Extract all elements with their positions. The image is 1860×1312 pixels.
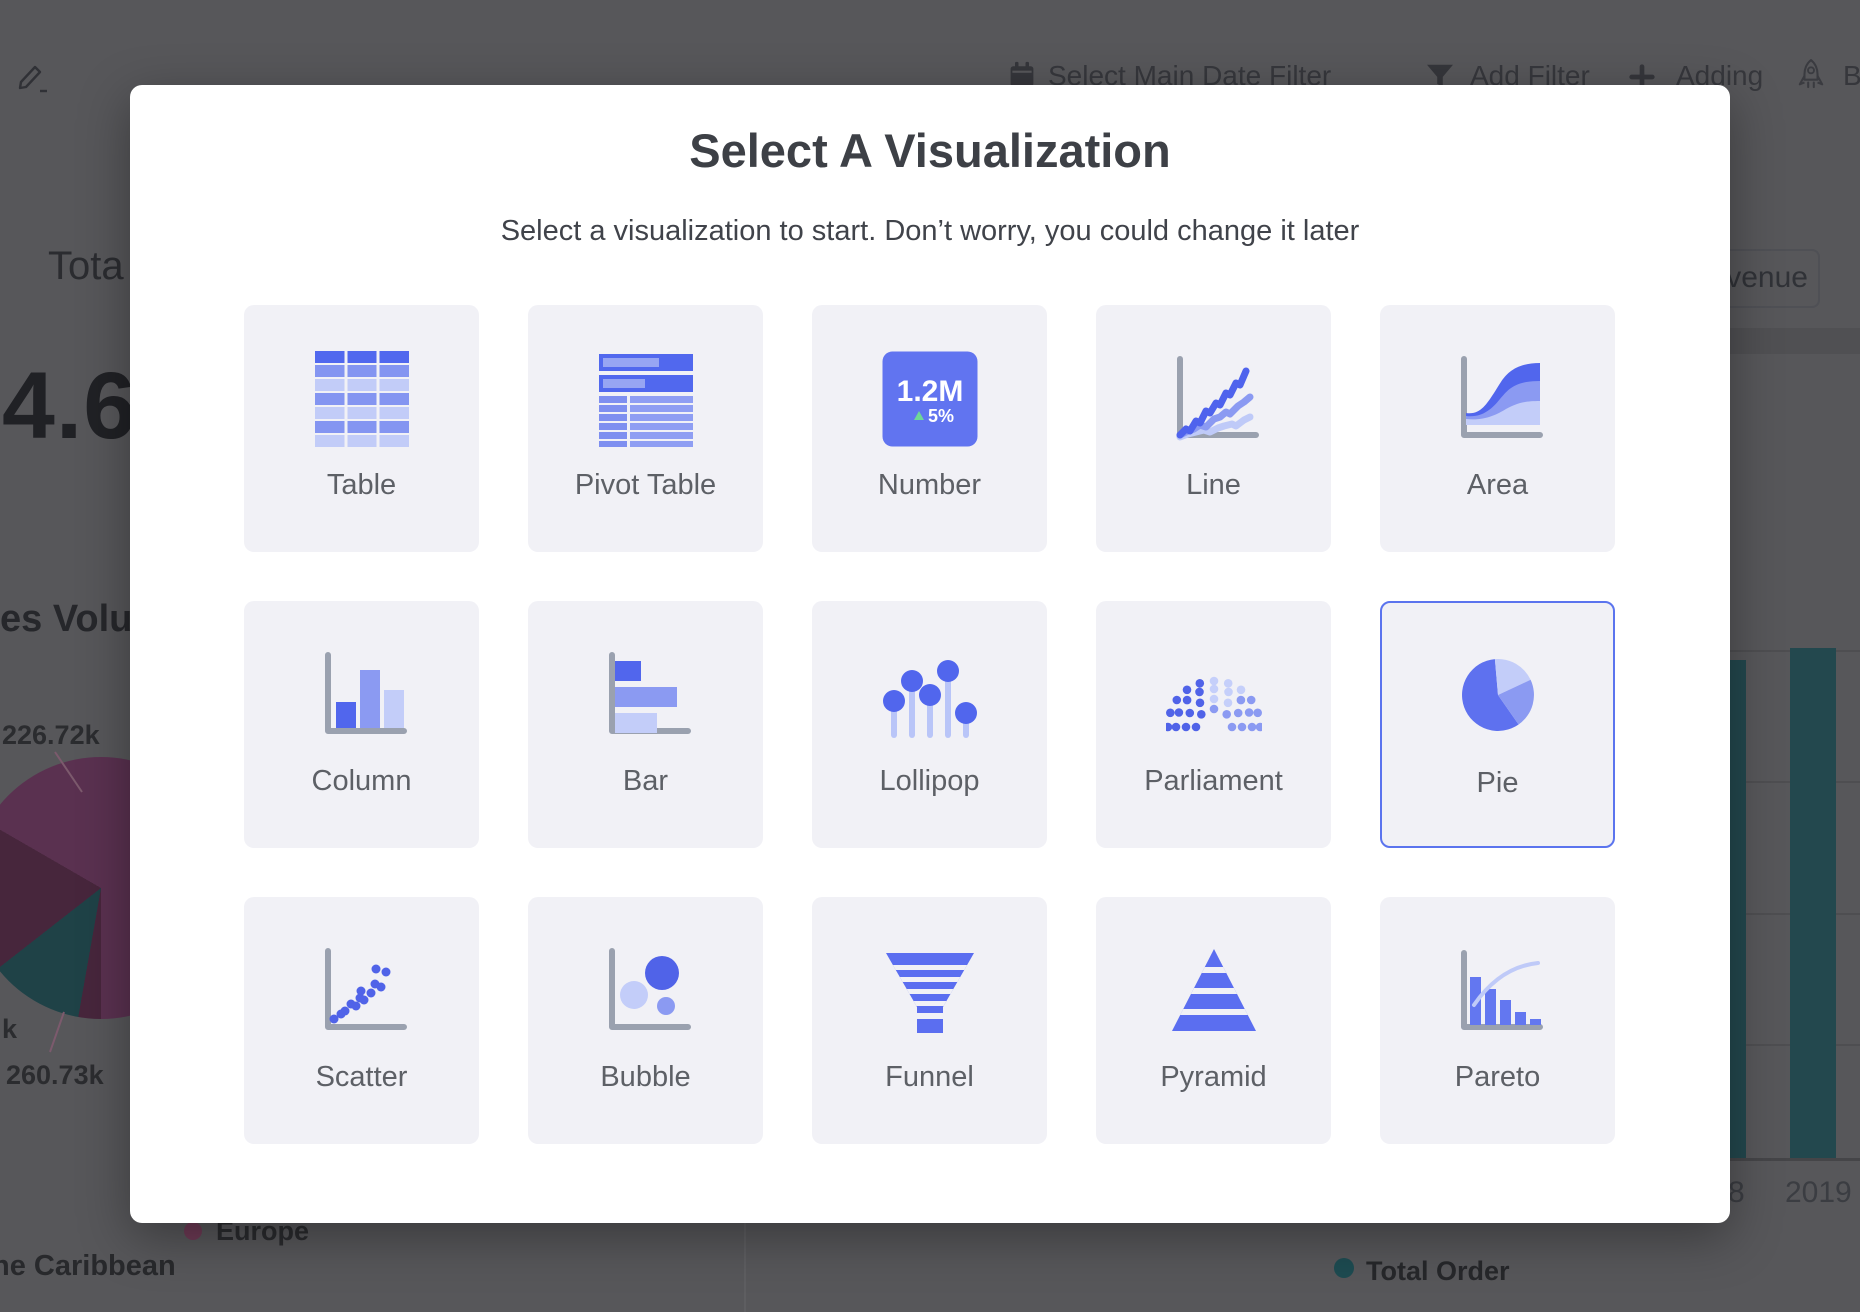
viz-tile-label: Bubble (528, 1061, 763, 1094)
pie-chart-icon (1450, 649, 1546, 745)
viz-tile-label: Bar (528, 765, 763, 798)
viz-tile-bubble[interactable]: Bubble (528, 897, 763, 1144)
modal-subtitle: Select a visualization to start. Don’t w… (130, 215, 1730, 248)
viz-tile-pivot-table[interactable]: Pivot Table (528, 305, 763, 552)
line-chart-icon (1166, 351, 1262, 447)
viz-tile-label: Funnel (812, 1061, 1047, 1094)
viz-tile-column[interactable]: Column (244, 601, 479, 848)
viz-tile-label: Line (1096, 469, 1331, 502)
viz-tile-pareto[interactable]: Pareto (1380, 897, 1615, 1144)
dashboard-screen: Select Main Date Filter Add Filter Addin… (0, 0, 1860, 1312)
viz-tile-label: Lollipop (812, 765, 1047, 798)
viz-tile-bar[interactable]: Bar (528, 601, 763, 848)
viz-tile-table[interactable]: Table (244, 305, 479, 552)
viz-tile-label: Pivot Table (528, 469, 763, 502)
bubble-chart-icon (598, 943, 694, 1039)
scatter-chart-icon (314, 943, 410, 1039)
viz-tile-pyramid[interactable]: Pyramid (1096, 897, 1331, 1144)
viz-tile-number[interactable]: 1.2M 5% Number (812, 305, 1047, 552)
viz-tile-line[interactable]: Line (1096, 305, 1331, 552)
viz-tile-label: Number (812, 469, 1047, 502)
viz-tile-label: Pie (1382, 767, 1613, 800)
viz-tile-label: Table (244, 469, 479, 502)
modal-title: Select A Visualization (130, 123, 1730, 178)
viz-tile-label: Parliament (1096, 765, 1331, 798)
column-chart-icon (314, 647, 410, 743)
select-visualization-modal: Select A Visualization Select a visualiz… (130, 85, 1730, 1223)
pivot-table-icon (598, 351, 694, 447)
table-icon (314, 351, 410, 447)
viz-tile-funnel[interactable]: Funnel (812, 897, 1047, 1144)
lollipop-chart-icon (882, 647, 978, 743)
viz-tile-label: Area (1380, 469, 1615, 502)
bar-chart-icon (598, 647, 694, 743)
viz-tile-label: Pareto (1380, 1061, 1615, 1094)
viz-tile-area[interactable]: Area (1380, 305, 1615, 552)
viz-tile-lollipop[interactable]: Lollipop (812, 601, 1047, 848)
viz-tile-parliament[interactable]: Parliament (1096, 601, 1331, 848)
pyramid-chart-icon (1166, 943, 1262, 1039)
viz-tile-label: Scatter (244, 1061, 479, 1094)
svg-text:5%: 5% (928, 406, 954, 426)
viz-tile-label: Column (244, 765, 479, 798)
svg-text:1.2M: 1.2M (896, 375, 963, 408)
pareto-chart-icon (1450, 943, 1546, 1039)
funnel-chart-icon (882, 943, 978, 1039)
visualization-grid: Table (244, 305, 1615, 1144)
parliament-chart-icon (1166, 647, 1262, 743)
area-chart-icon (1450, 351, 1546, 447)
viz-tile-scatter[interactable]: Scatter (244, 897, 479, 1144)
viz-tile-label: Pyramid (1096, 1061, 1331, 1094)
number-kpi-icon: 1.2M 5% (882, 351, 978, 447)
viz-tile-pie[interactable]: Pie (1380, 601, 1615, 848)
